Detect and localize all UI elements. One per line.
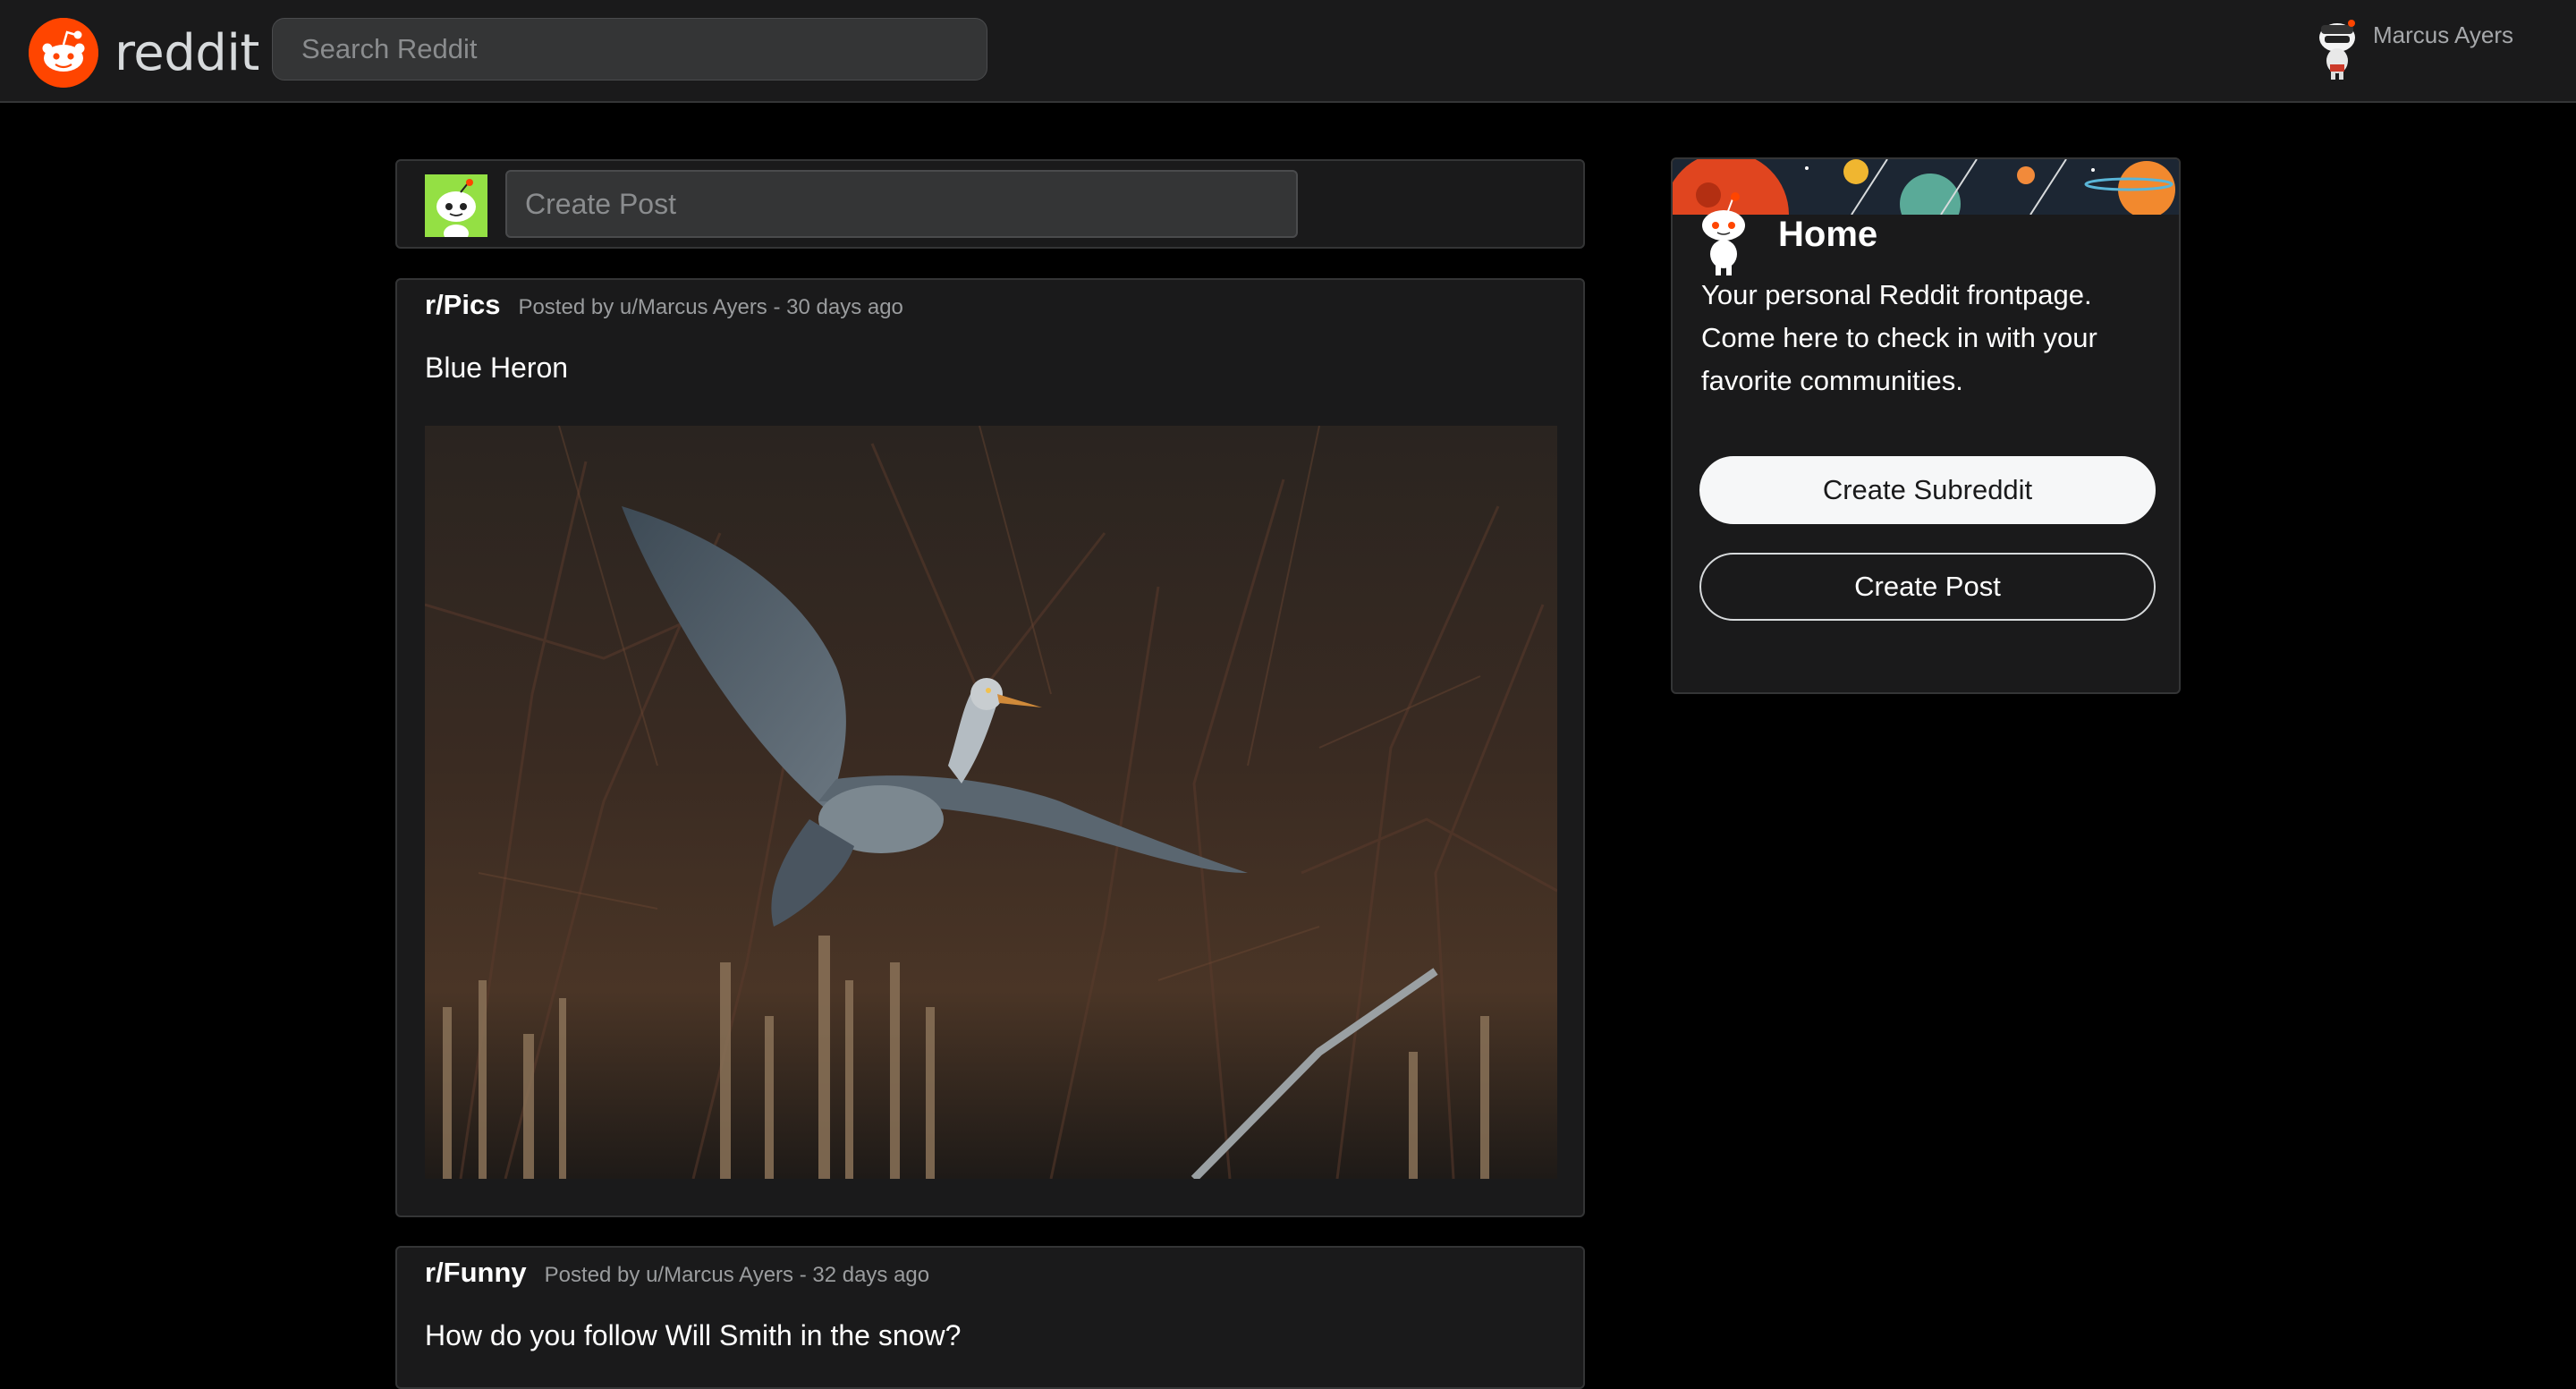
user-name: Marcus Ayers: [2373, 21, 2514, 48]
post-meta: r/Funny Posted by u/Marcus Ayers - 32 da…: [425, 1257, 929, 1289]
create-post-input[interactable]: [505, 170, 1298, 238]
create-post-button[interactable]: Create Post: [1699, 553, 2156, 621]
create-post-bar: [395, 159, 1585, 249]
post-card[interactable]: r/Pics Posted by u/Marcus Ayers - 30 day…: [395, 278, 1585, 1217]
user-menu[interactable]: Marcus Ayers: [2312, 16, 2513, 80]
top-navbar: reddit Marcus Ayers: [0, 0, 2576, 103]
subreddit-link[interactable]: r/Pics: [425, 289, 500, 321]
search-input[interactable]: [272, 18, 987, 80]
post-title[interactable]: Blue Heron: [425, 351, 568, 385]
snoo-avatar-icon: [2319, 20, 2355, 80]
subreddit-link[interactable]: r/Funny: [425, 1257, 527, 1289]
snoo-mascot-icon: [1702, 192, 1745, 275]
reddit-snoo-icon: [29, 18, 98, 88]
home-title: Home: [1778, 215, 1878, 254]
snoo-avatar-icon[interactable]: [425, 174, 487, 237]
blue-heron-photo[interactable]: [425, 426, 1557, 1179]
post-byline: Posted by u/Marcus Ayers - 30 days ago: [518, 295, 903, 319]
post-meta: r/Pics Posted by u/Marcus Ayers - 30 day…: [425, 289, 903, 321]
home-description: Your personal Reddit frontpage. Come her…: [1701, 279, 2097, 396]
post-title[interactable]: How do you follow Will Smith in the snow…: [425, 1319, 961, 1352]
post-byline: Posted by u/Marcus Ayers - 32 days ago: [544, 1263, 930, 1287]
home-sidebar-card: Home Your personal Reddit frontpage. Com…: [1671, 157, 2181, 694]
reddit-wordmark: reddit: [114, 23, 259, 82]
post-card[interactable]: r/Funny Posted by u/Marcus Ayers - 32 da…: [395, 1246, 1585, 1389]
reddit-logo[interactable]: reddit: [29, 18, 259, 88]
create-subreddit-button[interactable]: Create Subreddit: [1699, 456, 2156, 524]
